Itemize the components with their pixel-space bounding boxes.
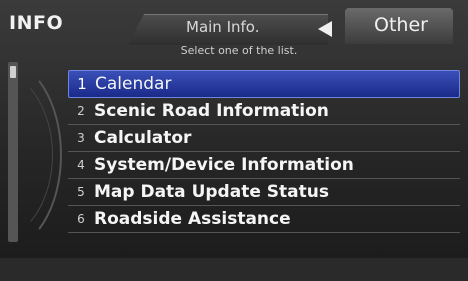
menu-item-system-device-information[interactable]: 4 System/Device Information: [68, 152, 460, 179]
menu-item-scenic-road-information[interactable]: 2 Scenic Road Information: [68, 98, 460, 125]
tab-bar: Main Info. Other: [0, 0, 468, 50]
menu-list: 1 Calendar 2 Scenic Road Information 3 C…: [68, 70, 460, 233]
menu-item-number: 3: [77, 131, 85, 145]
menu-item-number: 5: [77, 185, 85, 199]
menu-item-label: Calculator: [94, 128, 192, 148]
tab-main-info-label[interactable]: Main Info.: [186, 18, 259, 36]
tab-left-arrow-icon[interactable]: [318, 21, 332, 37]
menu-item-label: Roadside Assistance: [94, 209, 291, 229]
menu-item-label: System/Device Information: [94, 155, 354, 175]
menu-item-number: 6: [77, 212, 85, 226]
menu-item-number: 2: [77, 104, 85, 118]
menu-item-map-data-update-status[interactable]: 5 Map Data Update Status: [68, 179, 460, 206]
menu-item-roadside-assistance[interactable]: 6 Roadside Assistance: [68, 206, 460, 233]
info-screen: INFO Main Info. Other Select one of the …: [0, 0, 468, 281]
footer-bar: [0, 258, 468, 281]
menu-item-calendar[interactable]: 1 Calendar: [68, 70, 460, 98]
tab-other-label[interactable]: Other: [374, 14, 428, 36]
menu-item-label: Scenic Road Information: [94, 101, 329, 121]
menu-item-calculator[interactable]: 3 Calculator: [68, 125, 460, 152]
menu-item-label: Map Data Update Status: [94, 182, 329, 202]
menu-item-number: 1: [77, 75, 87, 93]
instruction-text: Select one of the list.: [180, 44, 298, 57]
menu-item-number: 4: [77, 158, 85, 172]
menu-item-label: Calendar: [95, 74, 172, 94]
